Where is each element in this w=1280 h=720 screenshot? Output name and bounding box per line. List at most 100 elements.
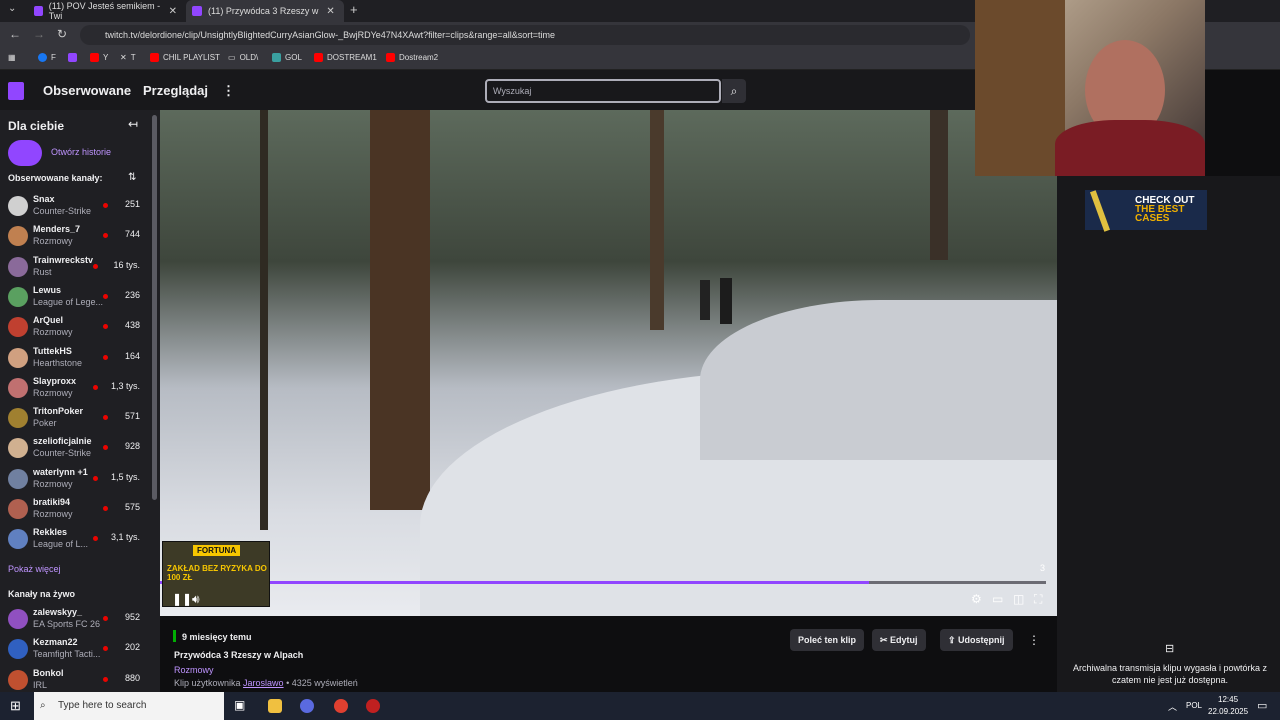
video-player[interactable] (160, 110, 1057, 616)
search-icon: ⌕ (730, 84, 738, 98)
bookmark-facebook[interactable]: F (38, 53, 56, 62)
bookmark-gol[interactable]: GOL (272, 53, 302, 62)
apps-icon[interactable]: ▦ (8, 53, 16, 62)
sidebar-channel-row[interactable]: TuttekHS Hearthstone 164 (0, 344, 152, 374)
clip-byline: Klip użytkownika Jaroslawo • 4325 wyświe… (174, 678, 358, 688)
twitch-logo-icon[interactable] (8, 82, 24, 100)
discord-icon[interactable] (300, 699, 314, 713)
viewer-count: 928 (124, 441, 140, 452)
search-icon: ⌕ (40, 700, 46, 711)
app-icon[interactable] (366, 699, 380, 713)
fullscreen-icon[interactable]: ⛶ (1034, 592, 1042, 607)
bookmark-old[interactable]: ▭ OLD\ (228, 53, 258, 62)
bookmark-label: Dostream2 (399, 53, 439, 62)
browser-tab[interactable]: (11) POV Jesteś semikiem - Twi ✕ (28, 0, 183, 22)
search-button[interactable]: ⌕ (722, 79, 746, 103)
live-channels-header: Kanały na żywo (8, 589, 76, 599)
clip-author-link[interactable]: Jaroslawo (243, 678, 284, 688)
viewer-count: 952 (124, 612, 140, 622)
bookmark-dostream1[interactable]: DOSTREAM1 (314, 53, 377, 62)
channel-name: bratiki94 (33, 497, 71, 507)
channel-name: Lewus (33, 284, 62, 295)
clock-date[interactable]: 22.09.2025 (1208, 707, 1248, 716)
more-options-icon[interactable]: ⋮ (1028, 633, 1040, 647)
bookmark-dostream2[interactable]: Dostream2 (386, 53, 438, 62)
more-icon[interactable]: ⋮ (222, 83, 235, 99)
clock-time[interactable]: 12:45 (1218, 695, 1238, 704)
open-stories-link[interactable]: Otwórz historie (51, 147, 111, 157)
channel-category: League of Lege... (33, 296, 104, 307)
sidebar-channel-row[interactable]: TritonPoker Poker 571 (0, 404, 152, 434)
sidebar-channel-row[interactable]: zalewskyy_ EA Sports FC 26 952 (0, 605, 152, 635)
bookmark-youtube[interactable]: Y (90, 53, 108, 62)
new-tab-icon[interactable]: + (350, 2, 358, 17)
viewer-count: 744 (124, 229, 140, 240)
file-explorer-icon[interactable] (268, 699, 282, 713)
browser-tab-active[interactable]: (11) Przywódca 3 Rzeszy w ✕ (186, 0, 344, 22)
language-indicator[interactable]: POL (1186, 701, 1202, 710)
sidebar-channel-row[interactable]: Menders_7 Rozmowy 744 (0, 222, 152, 252)
nav-following[interactable]: Obserwowane (43, 83, 131, 98)
collapse-sidebar-icon[interactable]: ↤ (128, 117, 138, 131)
volume-icon[interactable]: 🔊︎ (192, 592, 200, 607)
sidebar-channel-row[interactable]: Slayproxx Rozmowy 1,3 tys. (0, 374, 152, 404)
sidebar-channel-row[interactable]: bratiki94 Rozmowy 575 (0, 495, 152, 525)
video-counter: 3 (1040, 563, 1046, 573)
sidebar-channel-row[interactable]: Snax Counter-Strike 251 (0, 192, 152, 222)
twitch-favicon-icon (192, 6, 202, 16)
sidebar-channel-row[interactable]: Lewus League of Lege... 236 (0, 283, 152, 313)
chrome-icon[interactable] (334, 699, 348, 713)
bookmark-twitch[interactable] (68, 53, 77, 62)
nav-browse[interactable]: Przeglądaj (143, 83, 208, 98)
pause-icon[interactable]: ❚❚ (172, 592, 192, 606)
live-indicator-icon (103, 676, 108, 682)
sidebar-channel-row[interactable]: Trainwreckstv Rust 16 tys. (0, 253, 152, 283)
settings-gear-icon[interactable]: ⚙ (971, 592, 982, 606)
sidebar-scrollbar[interactable] (152, 115, 157, 500)
back-icon[interactable]: ← (9, 27, 21, 41)
show-more-link[interactable]: Pokaż więcej (8, 564, 61, 574)
reload-icon[interactable]: ↻ (57, 27, 67, 41)
bookmark-chil-playlist[interactable]: CHIL PLAYLIST (150, 53, 220, 62)
clip-views: • 4325 wyświetleń (286, 678, 358, 688)
live-indicator-icon (93, 475, 98, 481)
theatre-mode-icon[interactable]: ▭ (992, 592, 1003, 606)
tab-title: (11) Przywódca 3 Rzeszy w (208, 6, 319, 16)
url-field[interactable]: twitch.tv/delordione/clip/UnsightlyBligh… (80, 25, 970, 45)
avatar (8, 669, 28, 690)
tab-list-icon[interactable]: ⌄ (8, 3, 16, 14)
search-input[interactable]: Wyszukaj (485, 79, 721, 103)
avatar (8, 499, 28, 519)
edit-clip-button[interactable]: ✂ Edytuj (872, 629, 926, 651)
notifications-icon[interactable]: ▭ (1257, 699, 1267, 712)
share-button[interactable]: ⇪ Udostępnij (940, 629, 1013, 651)
sidebar-channel-row[interactable]: Rekkles League of L... 3,1 tys. (0, 525, 152, 555)
sort-icon[interactable]: ⇅ (128, 172, 136, 183)
tray-chevron-icon[interactable]: ︿ (1168, 700, 1177, 713)
forward-icon[interactable]: → (33, 27, 45, 41)
sidebar-channel-row[interactable]: waterlynn +1 Rozmowy 1,5 tys. (0, 465, 152, 495)
recommend-clip-button[interactable]: Poleć ten klip (790, 629, 865, 651)
twitch-top-nav: Obserwowane Przeglądaj ⋮ Wyszukaj ⌕ (0, 70, 975, 110)
live-indicator-icon (93, 263, 98, 269)
sidebar-channel-row[interactable]: ArQuel Rozmowy 438 (0, 313, 152, 343)
viewer-count: 438 (124, 320, 140, 331)
clip-category-link[interactable]: Rozmowy (174, 665, 214, 675)
close-tab-icon[interactable]: ✕ (169, 6, 177, 17)
windows-start-icon[interactable]: ⊞ (10, 698, 21, 714)
tab-title: (11) POV Jesteś semikiem - Twi (48, 1, 161, 21)
stories-avatar[interactable] (8, 140, 42, 166)
channel-name: zalewskyy_ (33, 607, 83, 617)
cases-banner[interactable]: CHECK OUT THE BEST CASES (1085, 190, 1207, 232)
sidebar-channel-row[interactable]: szelioficjalnie Counter-Strike 928 (0, 434, 152, 464)
pip-icon[interactable]: ◫ (1013, 592, 1024, 606)
channel-name: szelioficjalnie (33, 436, 92, 447)
viewer-count: 1,5 tys. (110, 471, 140, 482)
close-tab-icon[interactable]: ✕ (326, 6, 334, 17)
video-scene (930, 110, 948, 260)
bookmark-x[interactable]: ✕ T (120, 53, 136, 62)
task-view-icon[interactable]: ▣ (234, 698, 245, 712)
sidebar-channel-row[interactable]: Kezman22 Teamfight Tacti... 202 (0, 635, 152, 665)
avatar (8, 639, 28, 660)
taskbar-search[interactable]: ⌕ Type here to search (34, 692, 224, 720)
